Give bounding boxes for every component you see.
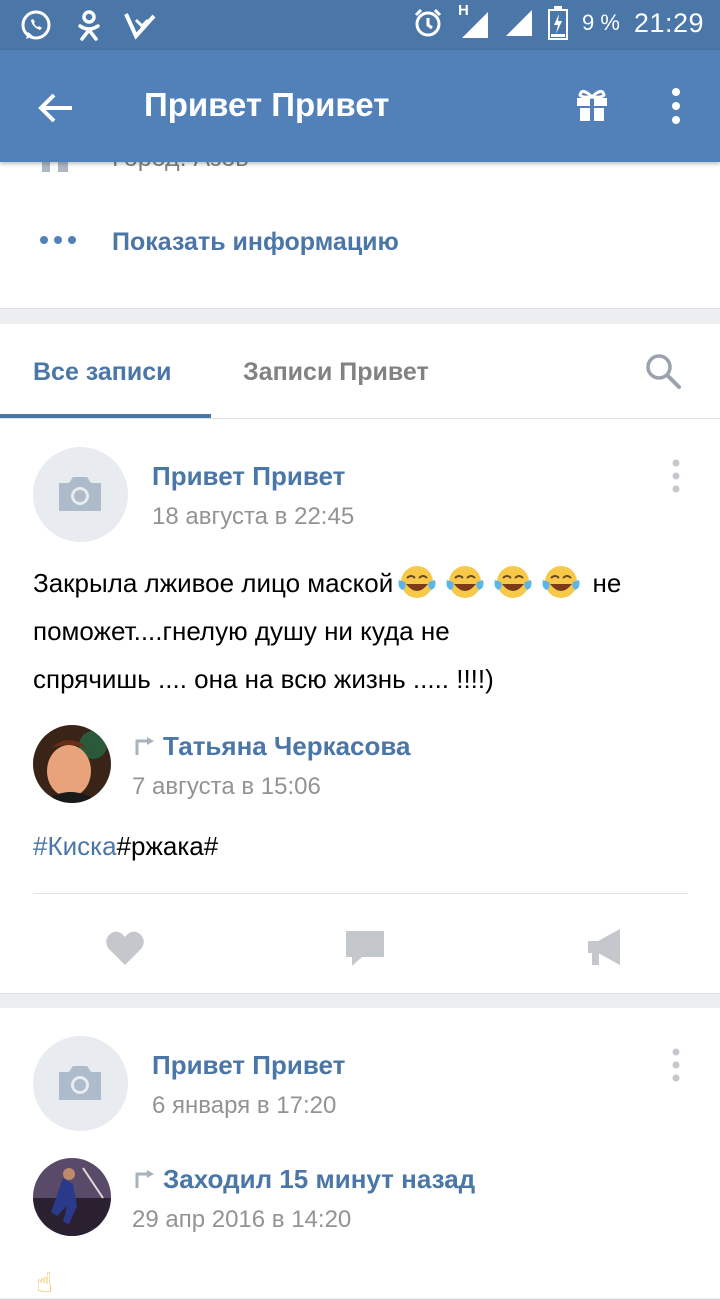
tears-of-joy-emoji-icon bbox=[494, 566, 532, 598]
gift-icon[interactable] bbox=[574, 86, 610, 122]
avatar[interactable] bbox=[33, 1036, 128, 1131]
status-bar: H 9 % 21:29 bbox=[0, 0, 720, 50]
like-heart-icon[interactable] bbox=[104, 927, 146, 969]
notification-icons bbox=[18, 8, 156, 44]
post-menu-icon[interactable] bbox=[672, 459, 680, 493]
tab-all-posts[interactable]: Все записи bbox=[33, 358, 172, 387]
tears-of-joy-emoji-icon bbox=[446, 566, 484, 598]
avatar[interactable] bbox=[33, 447, 128, 542]
repost-avatar[interactable] bbox=[33, 1158, 111, 1236]
battery-percent: 9 % bbox=[582, 10, 620, 35]
wall-post: Привет Привет 18 августа в 22:45 Закрыла… bbox=[0, 419, 720, 994]
repost-icon bbox=[135, 1170, 154, 1188]
mobile-data-icon: H bbox=[458, 2, 490, 40]
camera-icon bbox=[59, 1066, 101, 1100]
repost-date: 29 апр 2016 в 14:20 bbox=[132, 1206, 352, 1233]
alarm-icon bbox=[414, 8, 442, 37]
laughing-emoji-row bbox=[393, 566, 585, 598]
repost-author[interactable]: Татьяна Черкасова bbox=[163, 731, 411, 762]
profile-info-card: Город: Азов Показать информацию bbox=[0, 144, 720, 309]
repost-author[interactable]: Заходил 15 минут назад bbox=[163, 1164, 475, 1195]
system-indicators: H 9 % 21:29 bbox=[412, 2, 704, 40]
clock: 21:29 bbox=[633, 7, 704, 38]
repost-icon bbox=[135, 737, 154, 755]
divider bbox=[33, 893, 688, 894]
active-tab-indicator bbox=[0, 414, 211, 418]
page-title: Привет Привет bbox=[144, 86, 390, 123]
app-bar: Привет Привет bbox=[0, 50, 720, 162]
post-menu-icon[interactable] bbox=[672, 1048, 680, 1082]
odnoklassniki-icon bbox=[78, 10, 100, 41]
repost-avatar[interactable] bbox=[33, 725, 111, 803]
tears-of-joy-emoji-icon bbox=[542, 566, 580, 598]
camera-icon bbox=[59, 477, 101, 511]
post-hashtags: #Киска#ржака# bbox=[33, 831, 219, 861]
battery-icon bbox=[548, 6, 568, 40]
post-author[interactable]: Привет Привет bbox=[152, 461, 345, 492]
more-vertical-icon[interactable] bbox=[664, 86, 688, 126]
post-text: Закрыла лживое лицо маской не поможет...… bbox=[33, 559, 703, 703]
whatsapp-icon bbox=[21, 10, 51, 40]
repost-date: 7 августа в 15:06 bbox=[132, 773, 321, 800]
hashtag-link[interactable]: #Киска bbox=[33, 831, 117, 861]
post-date: 18 августа в 22:45 bbox=[152, 503, 355, 530]
post-text-partial: ☝ bbox=[36, 1267, 54, 1298]
show-info-link[interactable]: Показать информацию bbox=[112, 228, 399, 257]
more-horizontal-icon bbox=[40, 236, 76, 244]
wall-tabs: Все записи Записи Привет bbox=[0, 324, 720, 419]
share-megaphone-icon[interactable] bbox=[584, 927, 626, 969]
post-author[interactable]: Привет Привет bbox=[152, 1050, 345, 1081]
comment-icon[interactable] bbox=[344, 927, 386, 969]
wall-post: Привет Привет 6 января в 17:20 Заходил 1… bbox=[0, 1008, 720, 1298]
check-app-icon bbox=[124, 13, 156, 40]
tears-of-joy-emoji-icon bbox=[398, 566, 436, 598]
search-icon[interactable] bbox=[644, 352, 682, 390]
signal-icon bbox=[506, 10, 532, 36]
back-arrow-icon[interactable] bbox=[36, 88, 76, 128]
tab-owner-posts[interactable]: Записи Привет bbox=[243, 358, 429, 387]
post-date: 6 января в 17:20 bbox=[152, 1092, 337, 1119]
